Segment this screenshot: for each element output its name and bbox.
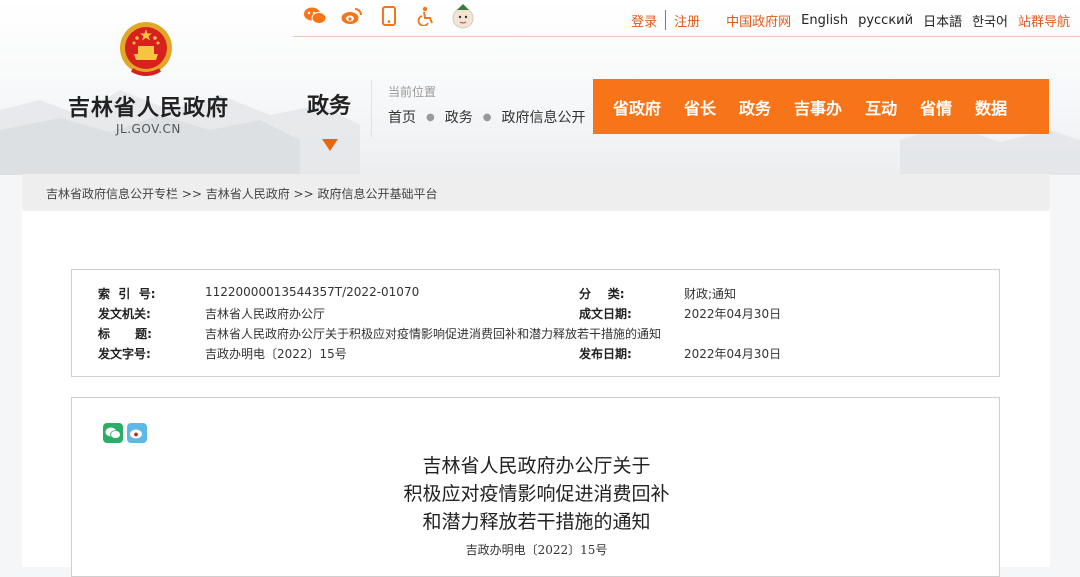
gov-portal-link[interactable]: 中国政府网 — [726, 11, 791, 30]
mascot-icon[interactable] — [451, 4, 475, 29]
nav-item-interaction[interactable]: 互动 — [865, 95, 897, 119]
published-date-label: 发布日期: — [579, 347, 632, 361]
weibo-icon[interactable] — [340, 4, 364, 28]
document-title-line: 和潜力释放若干措施的通知 — [422, 511, 651, 533]
created-date-label: 成文日期: — [579, 307, 632, 321]
register-link[interactable]: 注册 — [674, 11, 700, 30]
weibo-share-icon[interactable] — [127, 423, 147, 443]
title-value: 吉林省人民政府办公厅关于积极应对疫情影响促进消费回补和潜力释放若干措施的通知 — [205, 327, 662, 341]
document-body: 吉林省人民政府办公厅关于 积极应对疫情影响促进消费回补 和潜力释放若干措施的通知… — [71, 397, 1000, 577]
meta-row-issuer: 发文机关: 吉林省人民政府办公厅 成文日期: 2022年04月30日 — [72, 305, 999, 325]
nav-item-affairs[interactable]: 政务 — [739, 95, 771, 119]
section-caret-icon — [322, 139, 338, 151]
link-divider — [665, 10, 667, 30]
nav-item-provincial-gov[interactable]: 省政府 — [613, 95, 661, 119]
meta-row-title: 标 题: 吉林省人民政府办公厅关于积极应对疫情影响促进消费回补和潜力释放若干措施… — [72, 325, 999, 345]
russian-link[interactable]: русский — [858, 13, 913, 28]
doc-number-value: 吉政办明电〔2022〕15号 — [205, 347, 347, 361]
nav-item-data[interactable]: 数据 — [975, 95, 1007, 119]
document-number: 吉政办明电〔2022〕15号 — [465, 543, 608, 557]
published-date-value: 2022年04月30日 — [684, 347, 782, 361]
location-divider — [371, 80, 372, 138]
english-link[interactable]: English — [801, 13, 848, 28]
document-title-line: 吉林省人民政府办公厅关于 — [422, 455, 651, 477]
login-link[interactable]: 登录 — [631, 11, 657, 30]
index-value: 11220000013544357T/2022-01070 — [205, 285, 420, 299]
site-title[interactable]: 吉林省人民政府 — [68, 90, 229, 122]
issuer-label: 发文机关: — [98, 307, 151, 321]
category-value: 财政;通知 — [684, 287, 737, 301]
location-section-link[interactable]: 政务 — [445, 107, 473, 127]
location-dot-icon: ● — [482, 111, 492, 123]
location-path: 首页 ● 政务 ● 政府信息公开 — [388, 107, 585, 127]
main-nav: 省政府 省长 政务 吉事办 互动 省情 数据 — [593, 79, 1049, 134]
korean-link[interactable]: 한국어 — [972, 11, 1008, 30]
japanese-link[interactable]: 日本語 — [923, 11, 962, 30]
issuer-value: 吉林省人民政府办公厅 — [205, 307, 326, 321]
doc-number-label: 发文字号: — [98, 347, 151, 361]
meta-row-docno: 发文字号: 吉政办明电〔2022〕15号 发布日期: 2022年04月30日 — [72, 345, 999, 365]
section-title: 政务 — [307, 94, 352, 119]
wechat-icon[interactable] — [303, 4, 327, 28]
category-label: 分 类: — [579, 287, 625, 301]
document-title-line: 积极应对疫情影响促进消费回补 — [403, 483, 670, 505]
top-links: 登录 注册 中国政府网 English русский 日本語 한국어 站群导航 — [621, 10, 1070, 30]
created-date-value: 2022年04月30日 — [684, 307, 782, 321]
location-page-link[interactable]: 政府信息公开 — [501, 107, 585, 127]
nav-item-province-info[interactable]: 省情 — [920, 95, 952, 119]
national-emblem-logo[interactable] — [118, 20, 174, 80]
location-label: 当前位置 — [388, 85, 437, 99]
nav-item-governor[interactable]: 省长 — [684, 95, 716, 119]
top-icon-group — [303, 4, 488, 29]
title-label: 标 题: — [98, 327, 152, 341]
site-nav-link[interactable]: 站群导航 — [1018, 11, 1070, 30]
breadcrumb-text[interactable]: 吉林省政府信息公开专栏 >> 吉林省人民政府 >> 政府信息公开基础平台 — [46, 185, 437, 202]
share-buttons — [103, 423, 147, 443]
wechat-share-icon[interactable] — [103, 423, 123, 443]
breadcrumb: 吉林省政府信息公开专栏 >> 吉林省人民政府 >> 政府信息公开基础平台 — [22, 174, 1050, 211]
document-title: 吉林省人民政府办公厅关于 积极应对疫情影响促进消费回补 和潜力释放若干措施的通知 — [72, 452, 1001, 536]
meta-row-index: 索 引 号: 11220000013544357T/2022-01070 分 类… — [72, 285, 999, 305]
mobile-icon[interactable] — [377, 4, 401, 28]
site-domain: JL.GOV.CN — [116, 122, 181, 136]
nav-item-jishiban[interactable]: 吉事办 — [794, 95, 842, 119]
location-dot-icon: ● — [426, 111, 435, 123]
accessibility-icon[interactable] — [414, 4, 438, 28]
index-label: 索 引 号: — [98, 287, 156, 301]
document-meta-table: 索 引 号: 11220000013544357T/2022-01070 分 类… — [71, 269, 1000, 377]
location-home-link[interactable]: 首页 — [388, 107, 416, 127]
